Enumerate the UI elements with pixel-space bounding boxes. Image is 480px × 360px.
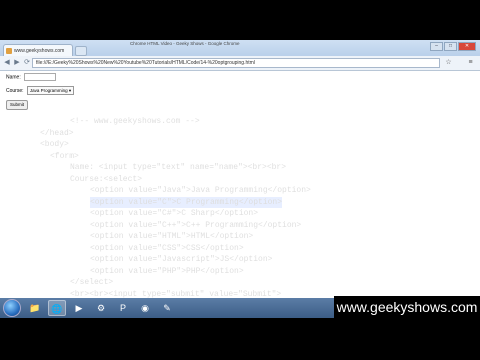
star-icon[interactable]: ☆ [444,58,453,67]
code-line: </select> [70,278,114,287]
code-line: <option value="C#">C Sharp</option> [90,209,259,218]
maximize-button[interactable]: □ [444,42,457,51]
tab-title: www.geekyshows.com [14,48,65,54]
course-selected: Java Programming [29,88,68,93]
course-label: Course: [6,87,24,94]
page-content: <!-- www.geekyshows.com --> </head> <body>… [0,71,480,318]
taskbar-app-icon[interactable]: ▶ [70,300,88,316]
forward-icon[interactable]: ▶ [12,58,22,68]
taskbar-app-icon[interactable]: P [114,300,132,316]
taskbar-app-icon[interactable]: 🌐 [48,300,66,316]
back-icon[interactable]: ◀ [2,58,12,68]
code-line: <!-- www.geekyshows.com --> [70,117,200,126]
taskbar-app-icon[interactable]: ◉ [136,300,154,316]
code-line: </head> [40,128,74,138]
favicon-icon [6,48,12,54]
code-line: <option value="CSS">CSS</option> [90,243,244,253]
code-line: <body> [40,140,69,149]
browser-tab[interactable]: www.geekyshows.com [3,44,73,56]
code-line: <form> [50,151,79,161]
code-line: <option value="Javascript">JS</option> [90,255,273,264]
window-controls: – □ ✕ [430,42,476,51]
code-line: <option value="HTML">HTML</option> [90,232,254,241]
code-line: <option value="C">C Programming</option> [90,196,283,208]
course-row: Course: Java Programming ▾ [6,86,75,95]
code-line: <option value="PHP">PHP</option> [90,266,244,276]
taskbar-app-icon[interactable]: ⚙ [92,300,110,316]
code-line: Name: <input type="text" name="name"><br… [70,163,287,172]
name-input[interactable] [24,73,57,81]
code-line: Course:<select> [70,174,143,184]
code-line: <option value="Java">Java Programming</o… [90,186,311,195]
new-tab-button[interactable] [75,46,87,56]
watermark: www.geekyshows.com [334,296,480,318]
submit-button[interactable]: Submit [6,100,29,110]
name-label: Name: [6,74,21,81]
address-bar[interactable]: file:///E:/Geeky%20Shows%20New%20Youtube… [32,58,440,68]
close-button[interactable]: ✕ [458,42,476,51]
course-select[interactable]: Java Programming ▾ [26,86,75,95]
browser-toolbar: ◀ ▶ ⟳ file:///E:/Geeky%20Shows%20New%20Y… [0,56,480,71]
taskbar-app-icon[interactable]: 📁 [26,300,44,316]
minimize-button[interactable]: – [430,42,443,51]
wrench-icon[interactable]: ≡ [466,58,475,67]
title-bar: www.geekyshows.com Chrome HTML Video - G… [0,40,480,56]
screen: www.geekyshows.com Chrome HTML Video - G… [0,40,480,318]
name-row: Name: [6,73,57,81]
code-line: <option value="C++">C++ Programming</opt… [90,220,302,230]
taskbar-app-icon[interactable]: ✎ [158,300,176,316]
reload-icon[interactable]: ⟳ [22,58,32,68]
code-overlay: <!-- www.geekyshows.com --> </head> <body>… [0,71,480,318]
start-button[interactable] [3,299,21,317]
window-title: Chrome HTML Video - Geeky Shows - Google… [130,41,240,46]
